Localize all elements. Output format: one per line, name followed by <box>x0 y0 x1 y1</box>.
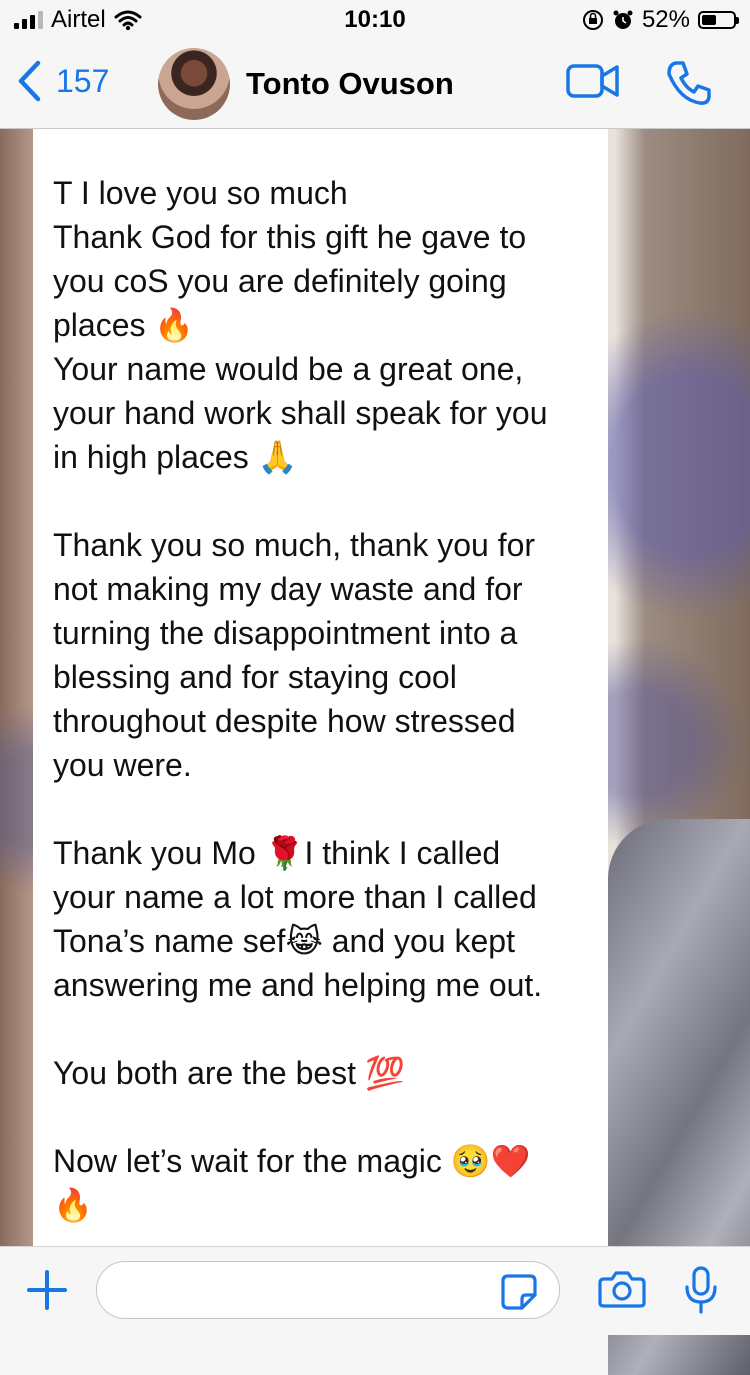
video-call-button[interactable] <box>566 62 620 105</box>
status-bar: Airtel 10:10 52% <box>0 0 750 40</box>
message-line <box>53 1095 588 1139</box>
message-line <box>53 1007 588 1051</box>
message-line <box>53 479 588 523</box>
contact-name[interactable]: Tonto Ovuson <box>246 66 454 102</box>
orientation-lock-icon <box>582 10 603 30</box>
avatar[interactable] <box>158 48 230 120</box>
back-button[interactable]: 157 <box>16 60 109 102</box>
message-line: 🔥 <box>53 1187 93 1223</box>
message-line: T I love you so much <box>53 175 348 211</box>
status-right: 52% <box>582 6 739 34</box>
message-line: your name a lot more than I called <box>53 879 537 915</box>
message-line: not making my day waste and for <box>53 571 523 607</box>
message-line: in high places 🙏 <box>53 439 298 475</box>
battery-percent: 52% <box>641 6 690 33</box>
unread-count: 157 <box>56 62 110 99</box>
message-line: Your name would be a great one, <box>53 351 524 387</box>
alarm-icon <box>613 10 633 29</box>
camera-icon <box>598 1271 646 1308</box>
message-line: You both are the best 💯 <box>53 1055 405 1091</box>
message-line: throughout despite how stressed <box>53 703 516 739</box>
message-line: your hand work shall speak for you <box>53 395 548 431</box>
microphone-button[interactable] <box>684 1265 718 1320</box>
camera-button[interactable] <box>598 1269 646 1314</box>
message-line: Thank God for this gift he gave to <box>53 219 527 255</box>
voice-call-button[interactable] <box>666 60 712 111</box>
message-line: turning the disappointment into a <box>53 615 518 651</box>
video-camera-icon <box>566 64 619 98</box>
message-line: Tona’s name sef😹 and you kept <box>53 923 515 959</box>
sticker-icon <box>501 1274 537 1310</box>
message-line: Thank you so much, thank you for <box>53 527 536 563</box>
chat-header: 157 Tonto Ovuson <box>0 40 750 129</box>
message-bubble[interactable]: T I love you so much Thank God for this … <box>33 129 608 1246</box>
message-line: you were. <box>53 747 192 783</box>
message-line: places 🔥 <box>53 307 195 343</box>
message-line: Thank you Mo 🌹I think I called <box>53 835 501 871</box>
message-line: blessing and for staying cool <box>53 659 457 695</box>
message-line: you coS you are definitely going <box>53 263 507 299</box>
chevron-left-icon <box>18 60 41 102</box>
sticker-button[interactable] <box>500 1273 538 1316</box>
message-line <box>53 787 588 831</box>
microphone-icon <box>685 1266 717 1314</box>
attach-button[interactable] <box>26 1269 68 1316</box>
message-line: answering me and helping me out. <box>53 967 543 1003</box>
message-composer <box>0 1246 750 1335</box>
message-input[interactable] <box>96 1261 560 1319</box>
phone-icon <box>667 61 711 105</box>
plus-icon <box>27 1270 67 1310</box>
message-line: Now let’s wait for the magic 🥹❤️ <box>53 1143 531 1179</box>
battery-icon <box>698 11 739 29</box>
